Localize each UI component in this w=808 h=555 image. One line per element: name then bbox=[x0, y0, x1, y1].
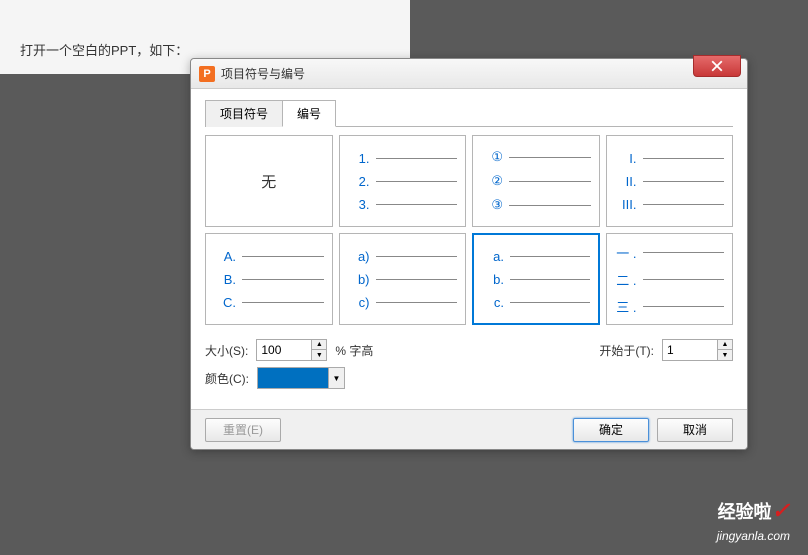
num-label: c) bbox=[348, 295, 370, 310]
size-input[interactable] bbox=[257, 340, 311, 360]
cell-circled[interactable]: ① ② ③ bbox=[472, 135, 600, 227]
size-up-icon[interactable]: ▲ bbox=[312, 340, 326, 350]
size-spinner[interactable]: ▲ ▼ bbox=[256, 339, 327, 361]
num-label: B. bbox=[214, 272, 236, 287]
startat-spinner[interactable]: ▲ ▼ bbox=[662, 339, 733, 361]
cell-none[interactable]: 无 bbox=[205, 135, 333, 227]
num-label: b. bbox=[482, 272, 504, 287]
num-label: a. bbox=[482, 249, 504, 264]
num-label: a) bbox=[348, 249, 370, 264]
num-label: II. bbox=[615, 174, 637, 189]
bullet-numbering-dialog: P 项目符号与编号 项目符号 编号 无 1. 2. 3. ① ② ③ bbox=[190, 58, 748, 450]
cell-upper-alpha[interactable]: A. B. C. bbox=[205, 233, 333, 325]
ok-button[interactable]: 确定 bbox=[573, 418, 649, 442]
size-down-icon[interactable]: ▼ bbox=[312, 350, 326, 360]
num-label: I. bbox=[615, 151, 637, 166]
app-icon: P bbox=[199, 66, 215, 82]
num-label: 一 . bbox=[615, 243, 637, 262]
num-label: 2. bbox=[348, 174, 370, 189]
color-label: 颜色(C): bbox=[205, 370, 249, 387]
num-label: ① bbox=[481, 149, 503, 165]
close-icon bbox=[711, 60, 723, 72]
dialog-title: 项目符号与编号 bbox=[221, 65, 305, 82]
chevron-down-icon: ▼ bbox=[328, 368, 344, 388]
cancel-button[interactable]: 取消 bbox=[657, 418, 733, 442]
cell-none-label: 无 bbox=[261, 171, 276, 192]
num-label: C. bbox=[214, 295, 236, 310]
startat-input[interactable] bbox=[663, 340, 717, 360]
num-label: ③ bbox=[481, 197, 503, 213]
num-label: 3. bbox=[348, 197, 370, 212]
num-label: 1. bbox=[348, 151, 370, 166]
startat-up-icon[interactable]: ▲ bbox=[718, 340, 732, 350]
cell-lower-alpha-dot[interactable]: a. b. c. bbox=[472, 233, 600, 325]
tab-bullets[interactable]: 项目符号 bbox=[205, 100, 283, 127]
num-label: ② bbox=[481, 173, 503, 189]
numbering-grid: 无 1. 2. 3. ① ② ③ I. II. III. A. B. C. bbox=[205, 135, 733, 325]
check-icon: ✓ bbox=[772, 498, 790, 523]
watermark-main: 经验啦 bbox=[718, 502, 772, 522]
reset-button: 重置(E) bbox=[205, 418, 281, 442]
num-label: c. bbox=[482, 295, 504, 310]
size-unit: % 字高 bbox=[335, 342, 373, 359]
num-label: 三 . bbox=[615, 297, 637, 316]
num-label: b) bbox=[348, 272, 370, 287]
size-label: 大小(S): bbox=[205, 342, 248, 359]
dialog-titlebar: P 项目符号与编号 bbox=[191, 59, 747, 89]
close-button[interactable] bbox=[693, 55, 741, 77]
color-picker[interactable]: ▼ bbox=[257, 367, 345, 389]
watermark: 经验啦✓ jingyanla.com bbox=[717, 498, 790, 545]
tab-numbering[interactable]: 编号 bbox=[282, 100, 336, 127]
startat-label: 开始于(T): bbox=[599, 342, 654, 359]
color-swatch bbox=[258, 368, 328, 388]
num-label: A. bbox=[214, 249, 236, 264]
cell-arabic-dot[interactable]: 1. 2. 3. bbox=[339, 135, 467, 227]
page-instruction-text: 打开一个空白的PPT，如下： bbox=[20, 40, 188, 59]
dialog-footer: 重置(E) 确定 取消 bbox=[191, 409, 747, 449]
cell-roman[interactable]: I. II. III. bbox=[606, 135, 734, 227]
num-label: III. bbox=[615, 197, 637, 212]
num-label: 二 . bbox=[615, 270, 637, 289]
tab-strip: 项目符号 编号 bbox=[205, 99, 733, 127]
cell-chinese[interactable]: 一 . 二 . 三 . bbox=[606, 233, 734, 325]
startat-down-icon[interactable]: ▼ bbox=[718, 350, 732, 360]
cell-lower-alpha-paren[interactable]: a) b) c) bbox=[339, 233, 467, 325]
watermark-sub: jingyanla.com bbox=[717, 529, 790, 543]
